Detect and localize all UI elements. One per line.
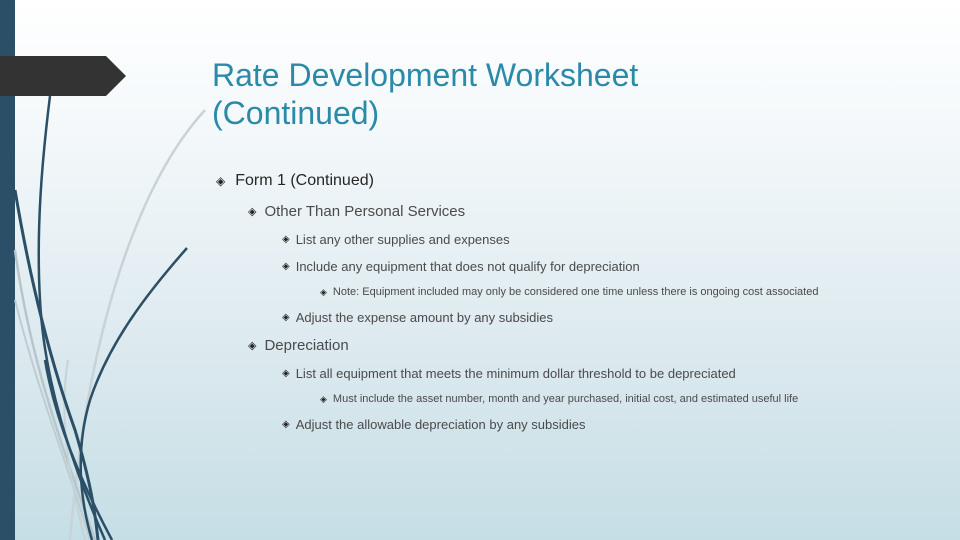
bullet-otps-item: ◈ Adjust the expense amount by any subsi… xyxy=(282,310,553,325)
diamond-bullet-icon: ◈ xyxy=(282,312,290,323)
bullet-text: Include any equipment that does not qual… xyxy=(295,259,640,274)
bullet-otps-item: ◈ List any other supplies and expenses xyxy=(282,232,510,247)
decor-curve-light-1 xyxy=(68,109,206,540)
diamond-bullet-icon: ◈ xyxy=(282,261,290,272)
diamond-bullet-icon: ◈ xyxy=(282,419,290,430)
diamond-bullet-icon: ◈ xyxy=(320,393,327,404)
bullet-text: List all equipment that meets the minimu… xyxy=(295,366,736,381)
diamond-bullet-icon: ◈ xyxy=(282,234,290,245)
decor-curve-dark-3 xyxy=(79,247,188,540)
bullet-text: Form 1 (Continued) xyxy=(235,172,374,189)
slide-title-line2: (Continued) xyxy=(212,95,380,131)
bullet-text: Other Than Personal Services xyxy=(264,203,466,220)
bullet-form1: ◈ Form 1 (Continued) xyxy=(216,172,374,190)
bullet-text: List any other supplies and expenses xyxy=(295,232,510,247)
title-arrow-tab xyxy=(0,56,126,96)
bullet-text: Must include the asset number, month and… xyxy=(332,393,799,405)
bullet-text: Adjust the allowable depreciation by any… xyxy=(295,417,586,432)
diamond-bullet-icon: ◈ xyxy=(248,340,257,352)
diamond-bullet-icon: ◈ xyxy=(216,174,226,188)
bullet-depreciation: ◈ Depreciation xyxy=(248,337,349,354)
bullet-otps-item: ◈ Include any equipment that does not qu… xyxy=(282,259,640,274)
bullet-dep-item: ◈ List all equipment that meets the mini… xyxy=(282,366,736,381)
slide-title-line1: Rate Development Worksheet xyxy=(212,57,639,93)
diamond-bullet-icon: ◈ xyxy=(282,368,290,379)
bullet-otps-note: ◈ Note: Equipment included may only be c… xyxy=(320,286,818,298)
bullet-otps: ◈ Other Than Personal Services xyxy=(248,203,465,220)
bullet-text: Depreciation xyxy=(264,337,349,354)
diamond-bullet-icon: ◈ xyxy=(320,286,327,297)
bullet-dep-note: ◈ Must include the asset number, month a… xyxy=(320,393,798,405)
bullet-dep-item: ◈ Adjust the allowable depreciation by a… xyxy=(282,417,586,432)
bullet-text: Adjust the expense amount by any subsidi… xyxy=(295,310,553,325)
bullet-text: Note: Equipment included may only be con… xyxy=(332,286,819,298)
slide-title: Rate Development Worksheet (Continued) xyxy=(212,56,638,132)
decor-curve-light-3 xyxy=(14,299,91,540)
diamond-bullet-icon: ◈ xyxy=(248,206,257,218)
